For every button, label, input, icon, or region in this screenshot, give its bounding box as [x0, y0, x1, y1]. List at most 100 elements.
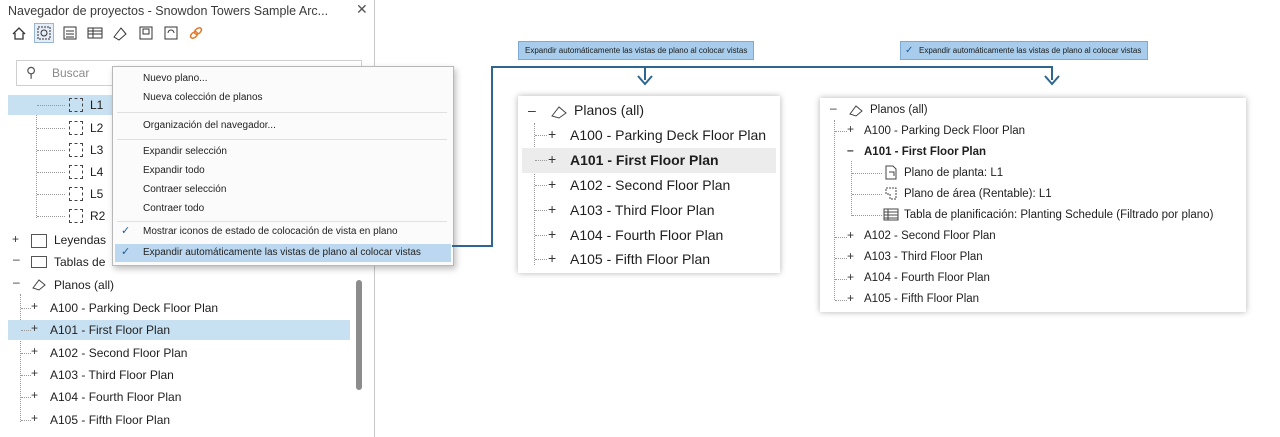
menu-item-browser-organization[interactable]: Organización del navegador... — [143, 120, 276, 131]
tree-line — [835, 279, 847, 280]
tree-line — [535, 185, 547, 186]
sheet-item[interactable]: A103 - Third Floor Plan — [864, 247, 983, 268]
sheet-item[interactable]: A104 - Fourth Floor Plan — [570, 223, 723, 248]
tree-line — [37, 172, 65, 173]
sheet-item[interactable]: A103 - Third Floor Plan — [50, 365, 174, 385]
view-item[interactable]: R2 — [90, 206, 105, 226]
sheet-item-bold[interactable]: A101 - First Floor Plan — [570, 148, 719, 173]
views-filter-icon[interactable] — [34, 23, 55, 43]
sheet-item[interactable]: A105 - Fifth Floor Plan — [570, 247, 710, 272]
menu-item-new-sheet[interactable]: Nuevo plano... — [143, 73, 208, 84]
view-item[interactable]: L3 — [90, 140, 103, 160]
expand-icon[interactable]: + — [847, 270, 854, 284]
groups-icon[interactable] — [162, 24, 180, 42]
expand-icon[interactable]: + — [12, 232, 19, 246]
check-icon: ✓ — [905, 45, 914, 56]
callout-option-off: Expandir automáticamente las vistas de p… — [518, 41, 755, 60]
expand-icon[interactable]: + — [548, 151, 556, 167]
tree-line — [21, 330, 31, 331]
sheet-item[interactable]: A100 - Parking Deck Floor Plan — [50, 298, 218, 318]
menu-item-collapse-selection[interactable]: Contraer selección — [143, 184, 226, 195]
sheet-item[interactable]: A105 - Fifth Floor Plan — [50, 410, 170, 430]
child-view-item[interactable]: Plano de planta: L1 — [904, 163, 1003, 184]
sheet-item[interactable]: A103 - Third Floor Plan — [570, 198, 714, 223]
sheet-item[interactable]: A104 - Fourth Floor Plan — [864, 268, 990, 289]
menu-item-new-collection[interactable]: Nueva colección de planos — [143, 92, 263, 103]
legends-icon[interactable] — [61, 24, 79, 42]
sheet-item[interactable]: A102 - Second Floor Plan — [50, 343, 187, 363]
schedules-group[interactable]: Tablas de — [54, 252, 105, 272]
tree-line — [37, 150, 65, 151]
expand-icon[interactable]: + — [847, 249, 854, 263]
sheets-icon[interactable] — [111, 24, 129, 42]
expand-icon[interactable]: + — [548, 176, 556, 192]
expanded-sheets-panel: – Planos (all) + A100 - Parking Deck Flo… — [820, 98, 1246, 312]
collapse-icon[interactable]: – — [13, 252, 20, 266]
sheet-item[interactable]: A101 - First Floor Plan — [50, 320, 170, 340]
connector-line — [491, 66, 1052, 68]
expand-icon[interactable]: + — [31, 299, 38, 313]
schedule-icon — [31, 256, 47, 268]
tree-line — [835, 300, 847, 301]
sheet-item[interactable]: A105 - Fifth Floor Plan — [864, 289, 979, 310]
expand-icon[interactable]: + — [847, 228, 854, 242]
expand-icon[interactable]: + — [847, 291, 854, 305]
view-item[interactable]: L1 — [90, 95, 103, 115]
floor-plan-icon — [69, 98, 83, 112]
families-icon[interactable] — [137, 24, 155, 42]
collapse-icon[interactable]: – — [830, 101, 837, 115]
menu-item-expand-selection[interactable]: Expandir selección — [143, 146, 227, 157]
schedule-icon — [883, 208, 899, 221]
view-item[interactable]: L4 — [90, 162, 103, 182]
sheet-item[interactable]: A100 - Parking Deck Floor Plan — [570, 123, 766, 148]
search-input[interactable]: Buscar — [52, 66, 89, 80]
close-icon[interactable]: ✕ — [356, 1, 368, 18]
sheets-group[interactable]: Planos (all) — [54, 275, 114, 295]
floor-plan-icon — [69, 209, 83, 223]
menu-item-auto-expand-sheet-views[interactable]: Expandir automáticamente las vistas de p… — [143, 247, 421, 258]
tree-line — [37, 216, 65, 217]
collapse-icon[interactable]: – — [847, 143, 854, 157]
sheet-item[interactable]: A104 - Fourth Floor Plan — [50, 387, 181, 407]
tree-line — [535, 135, 547, 136]
home-icon[interactable] — [10, 24, 28, 42]
context-menu: Nuevo plano... Nueva colección de planos… — [112, 66, 454, 266]
child-view-item[interactable]: Plano de área (Rentable): L1 — [904, 184, 1052, 205]
sheet-item[interactable]: A100 - Parking Deck Floor Plan — [864, 121, 1025, 142]
view-item[interactable]: L5 — [90, 184, 103, 204]
floor-plan-icon — [69, 143, 83, 157]
floor-plan-icon — [69, 121, 83, 135]
expand-icon[interactable]: + — [847, 122, 854, 136]
sheet-item[interactable]: A102 - Second Floor Plan — [864, 226, 996, 247]
schedules-icon[interactable] — [86, 24, 104, 42]
tree-line — [534, 123, 535, 265]
expand-icon[interactable]: + — [31, 411, 38, 425]
callout-label: Expandir automáticamente las vistas de p… — [919, 46, 1142, 55]
collapse-icon[interactable]: – — [13, 275, 20, 289]
expand-icon[interactable]: + — [31, 344, 38, 358]
expand-icon[interactable]: + — [31, 321, 38, 335]
expand-icon[interactable]: + — [548, 226, 556, 242]
menu-item-collapse-all[interactable]: Contraer todo — [143, 203, 204, 214]
child-view-item[interactable]: Tabla de planificación: Planting Schedul… — [904, 205, 1213, 226]
menu-item-expand-all[interactable]: Expandir todo — [143, 165, 205, 176]
sheet-item-expanded[interactable]: A101 - First Floor Plan — [864, 142, 986, 163]
sheets-group[interactable]: Planos (all) — [870, 100, 928, 121]
search-icon: ⚲ — [26, 64, 37, 80]
expand-icon[interactable]: + — [548, 201, 556, 217]
expand-icon[interactable]: + — [31, 366, 38, 380]
tree-line — [535, 235, 547, 236]
view-item[interactable]: L2 — [90, 118, 103, 138]
sheet-item[interactable]: A102 - Second Floor Plan — [570, 173, 730, 198]
scrollbar[interactable] — [356, 280, 362, 390]
check-icon: ✓ — [121, 225, 131, 237]
menu-item-show-placement-icons[interactable]: Mostrar iconos de estado de colocación d… — [143, 226, 398, 237]
links-icon[interactable] — [187, 24, 205, 42]
legends-group[interactable]: Leyendas — [54, 230, 106, 250]
floor-plan-icon — [69, 187, 83, 201]
sheets-group[interactable]: Planos (all) — [574, 98, 644, 123]
expand-icon[interactable]: + — [31, 388, 38, 402]
expand-icon[interactable]: + — [548, 250, 556, 266]
collapse-icon[interactable]: – — [528, 102, 536, 118]
expand-icon[interactable]: + — [548, 126, 556, 142]
